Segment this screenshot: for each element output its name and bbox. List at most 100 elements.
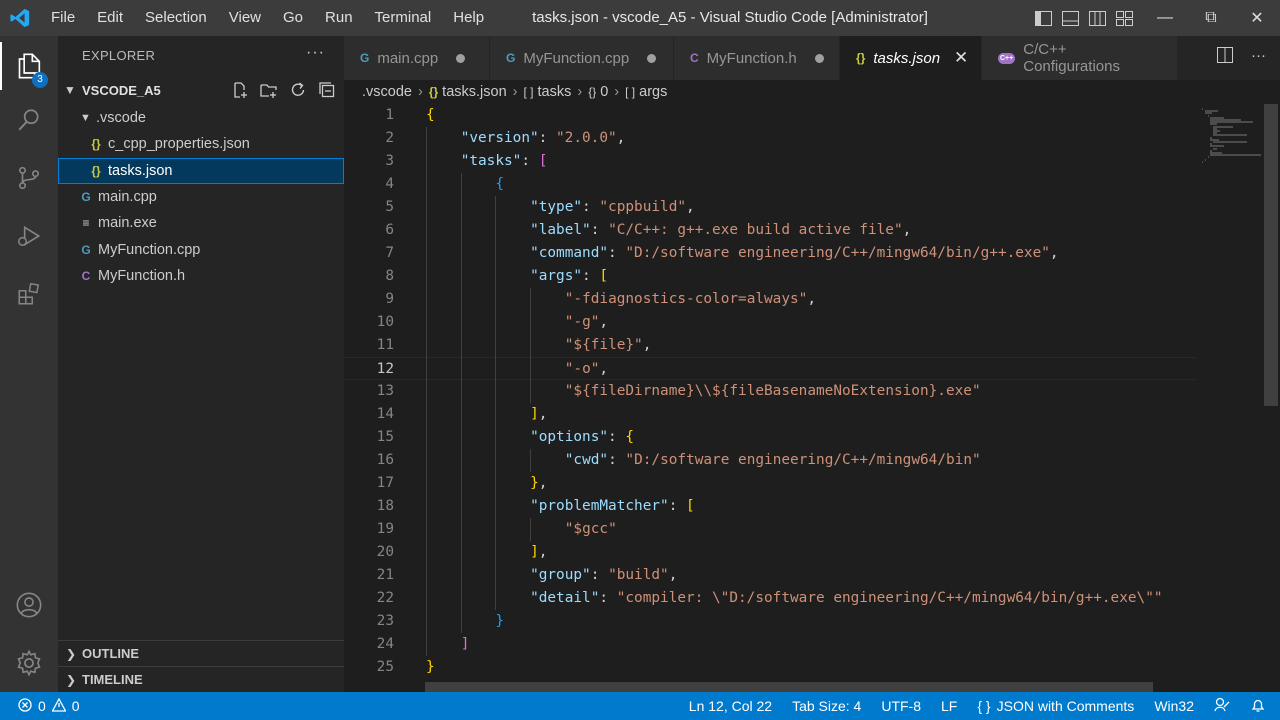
code-line[interactable]: 8 "args": [: [344, 265, 1196, 288]
source-control-icon[interactable]: [0, 154, 58, 202]
menu-go[interactable]: Go: [272, 0, 314, 36]
breadcrumb-folder[interactable]: .vscode: [362, 84, 412, 100]
tab-main-cpp[interactable]: G main.cpp: [344, 36, 490, 80]
code-line[interactable]: 19 "$gcc": [344, 518, 1196, 541]
code-line[interactable]: 1{: [344, 104, 1196, 127]
notifications-bell-icon[interactable]: [1250, 697, 1266, 716]
collapse-all-icon[interactable]: [317, 80, 336, 99]
code-editor[interactable]: 1{2 "version": "2.0.0", 3 "tasks": [4 {5 …: [344, 104, 1196, 682]
code-line[interactable]: 3 "tasks": [: [344, 150, 1196, 173]
run-debug-icon[interactable]: [0, 212, 58, 260]
code-line[interactable]: 20 ],: [344, 541, 1196, 564]
code-line[interactable]: 10 "-g",: [344, 311, 1196, 334]
tab-cpp-configurations[interactable]: C++ C/C++ Configurations: [982, 36, 1178, 80]
explorer-more-button[interactable]: ···: [306, 44, 325, 62]
code-line[interactable]: 7 "command": "D:/software engineering/C+…: [344, 242, 1196, 265]
line-number: 7: [385, 245, 394, 261]
unsaved-dot-icon[interactable]: [814, 53, 824, 63]
customize-layout-icon[interactable]: [1115, 6, 1133, 30]
menu-edit[interactable]: Edit: [86, 0, 134, 36]
status-bar: 0 0 Ln 12, Col 22 Tab Size: 4 UTF-8 LF {…: [0, 692, 1280, 720]
breadcrumb-file[interactable]: tasks.json: [442, 84, 506, 100]
code-line[interactable]: 11 "${file}",: [344, 334, 1196, 357]
menu-file[interactable]: File: [40, 0, 86, 36]
close-window-icon[interactable]: ✕: [1234, 0, 1280, 36]
platform[interactable]: Win32: [1154, 698, 1194, 714]
cursor-position[interactable]: Ln 12, Col 22: [689, 698, 772, 714]
tree-file-c-cpp-properties[interactable]: {} c_cpp_properties.json: [58, 131, 344, 157]
explorer-icon[interactable]: 3: [0, 42, 58, 90]
more-actions-icon[interactable]: ···: [1251, 47, 1266, 67]
outline-section[interactable]: ❯ OUTLINE: [58, 640, 344, 666]
code-line[interactable]: 5 "type": "cppbuild",: [344, 196, 1196, 219]
code-line[interactable]: 4 {: [344, 173, 1196, 196]
language-mode[interactable]: { } JSON with Comments: [977, 698, 1134, 714]
code-line[interactable]: 14 ],: [344, 403, 1196, 426]
chevron-right-icon: ❯: [66, 672, 77, 687]
new-file-icon[interactable]: [230, 80, 249, 99]
feedback-icon[interactable]: [1214, 697, 1230, 716]
toggle-panel-icon[interactable]: [1061, 6, 1079, 30]
menu-run[interactable]: Run: [314, 0, 364, 36]
timeline-section[interactable]: ❯ TIMELINE: [58, 666, 344, 692]
menu-terminal[interactable]: Terminal: [364, 0, 443, 36]
code-line[interactable]: 2 "version": "2.0.0",: [344, 127, 1196, 150]
tree-folder-vscode[interactable]: ▼ .vscode: [58, 105, 344, 131]
line-number: 12: [376, 361, 394, 377]
menu-view[interactable]: View: [218, 0, 272, 36]
unsaved-dot-icon[interactable]: [647, 53, 657, 63]
close-tab-icon[interactable]: ✕: [954, 48, 968, 68]
split-editor-icon[interactable]: [1217, 47, 1233, 67]
encoding[interactable]: UTF-8: [881, 698, 921, 714]
restore-icon[interactable]: ⧉: [1188, 0, 1234, 36]
code-line[interactable]: 25}: [344, 656, 1196, 679]
refresh-icon[interactable]: [288, 80, 307, 99]
unsaved-dot-icon[interactable]: [456, 53, 466, 63]
tab-tasks-json[interactable]: {} tasks.json ✕: [840, 36, 982, 80]
breadcrumb-tasks[interactable]: tasks: [538, 84, 572, 100]
minimize-icon[interactable]: —: [1142, 0, 1188, 36]
tree-file-myfunction-h[interactable]: C MyFunction.h: [58, 263, 344, 289]
tree-file-main-cpp[interactable]: G main.cpp: [58, 184, 344, 210]
code-line[interactable]: 13 "${fileDirname}\\${fileBasenameNoExte…: [344, 380, 1196, 403]
end-of-line[interactable]: LF: [941, 698, 957, 714]
tree-file-myfunction-cpp[interactable]: G MyFunction.cpp: [58, 237, 344, 263]
search-icon[interactable]: [0, 96, 58, 144]
tree-item-label: .vscode: [96, 110, 146, 126]
code-line[interactable]: 15 "options": {: [344, 426, 1196, 449]
minimap[interactable]: [1196, 104, 1262, 682]
settings-gear-icon[interactable]: [0, 639, 58, 687]
code-text: {: [426, 107, 435, 123]
toggle-secondary-sidebar-icon[interactable]: [1088, 6, 1106, 30]
outline-title: OUTLINE: [82, 646, 140, 661]
tab-size[interactable]: Tab Size: 4: [792, 698, 861, 714]
code-line[interactable]: 22 "detail": "compiler: \"D:/software en…: [344, 587, 1196, 610]
breadcrumb-index[interactable]: 0: [600, 84, 608, 100]
breadcrumb-args[interactable]: args: [639, 84, 667, 100]
code-line[interactable]: 6 "label": "C/C++: g++.exe build active …: [344, 219, 1196, 242]
tree-file-tasks-json[interactable]: {} tasks.json: [58, 158, 344, 184]
tree-file-main-exe[interactable]: ≡ main.exe: [58, 210, 344, 236]
new-folder-icon[interactable]: [259, 80, 278, 99]
toggle-sidebar-icon[interactable]: [1034, 6, 1052, 30]
extensions-icon[interactable]: [0, 270, 58, 318]
workspace-folder-header[interactable]: ▼ VSCODE_A5: [58, 78, 344, 102]
code-line[interactable]: 21 "group": "build",: [344, 564, 1196, 587]
code-line[interactable]: 23 }: [344, 610, 1196, 633]
tab-myfunction-h[interactable]: C MyFunction.h: [674, 36, 840, 80]
menu-selection[interactable]: Selection: [134, 0, 218, 36]
code-line[interactable]: 12 "-o",: [344, 357, 1196, 380]
code-line[interactable]: 9 "-fdiagnostics-color=always",: [344, 288, 1196, 311]
code-line[interactable]: 24 ]: [344, 633, 1196, 656]
code-line[interactable]: 18 "problemMatcher": [: [344, 495, 1196, 518]
code-line[interactable]: 16 "cwd": "D:/software engineering/C++/m…: [344, 449, 1196, 472]
chevron-right-icon: ›: [614, 84, 620, 100]
account-icon[interactable]: [0, 581, 58, 629]
horizontal-scrollbar[interactable]: [425, 682, 1153, 692]
tab-myfunction-cpp[interactable]: G MyFunction.cpp: [490, 36, 674, 80]
code-line[interactable]: 17 },: [344, 472, 1196, 495]
json-file-icon: {}: [428, 85, 439, 99]
problems-indicator[interactable]: 0 0: [18, 697, 80, 715]
vertical-scrollbar[interactable]: [1264, 104, 1278, 406]
line-number: 4: [385, 176, 394, 192]
